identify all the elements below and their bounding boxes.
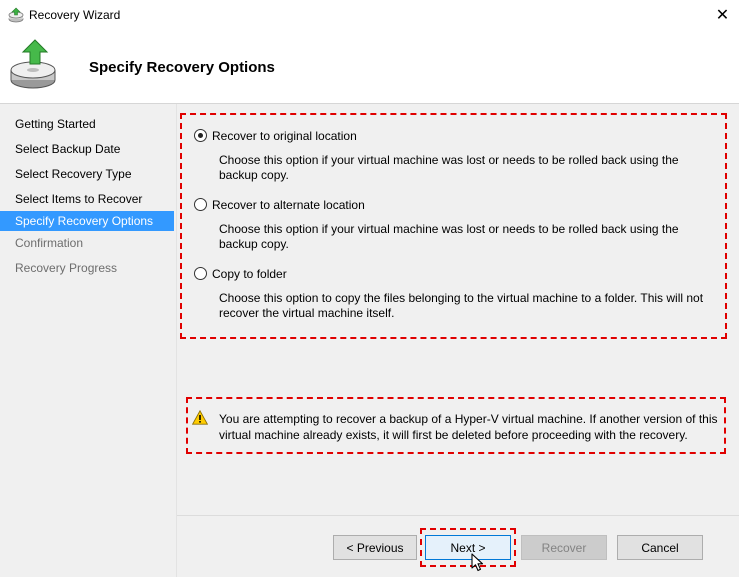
option-label-copy-to-folder[interactable]: Copy to folder	[212, 267, 287, 281]
step-specify-recovery-options[interactable]: Specify Recovery Options	[0, 211, 174, 231]
step-select-items[interactable]: Select Items to Recover	[0, 189, 174, 209]
close-icon: ✕	[715, 7, 730, 24]
option-desc-recover-alternate: Choose this option if your virtual machi…	[219, 222, 679, 251]
cancel-button[interactable]: Cancel	[617, 535, 703, 560]
step-select-backup-date[interactable]: Select Backup Date	[0, 139, 174, 159]
step-getting-started[interactable]: Getting Started	[0, 114, 174, 134]
option-label-recover-original[interactable]: Recover to original location	[212, 129, 357, 143]
wizard-steps-sidebar: Getting Started Select Backup Date Selec…	[0, 104, 176, 577]
warning-triangle-icon	[192, 410, 208, 425]
previous-button[interactable]: < Previous	[333, 535, 417, 560]
page-title: Specify Recovery Options	[89, 59, 275, 76]
radio-recover-alternate[interactable]	[194, 198, 207, 211]
title-bar: Recovery Wizard ✕	[0, 0, 739, 30]
option-desc-copy-to-folder: Choose this option to copy the files bel…	[219, 291, 704, 320]
step-select-recovery-type[interactable]: Select Recovery Type	[0, 164, 174, 184]
radio-recover-original[interactable]	[194, 129, 207, 142]
option-label-recover-alternate[interactable]: Recover to alternate location	[212, 198, 365, 212]
wizard-header: Specify Recovery Options	[0, 30, 739, 103]
close-button[interactable]: ✕	[706, 0, 739, 30]
recover-button: Recover	[521, 535, 607, 560]
radio-copy-to-folder[interactable]	[194, 267, 207, 280]
recovery-wizard-icon	[8, 7, 24, 23]
backup-drive-icon	[10, 39, 56, 89]
next-button[interactable]: Next >	[425, 535, 511, 560]
option-desc-recover-original: Choose this option if your virtual machi…	[219, 153, 679, 182]
mouse-pointer-icon	[471, 553, 484, 572]
warning-message: You are attempting to recover a backup o…	[219, 412, 718, 442]
step-recovery-progress: Recovery Progress	[15, 261, 118, 275]
step-confirmation: Confirmation	[15, 236, 84, 250]
window-title: Recovery Wizard	[29, 8, 121, 22]
